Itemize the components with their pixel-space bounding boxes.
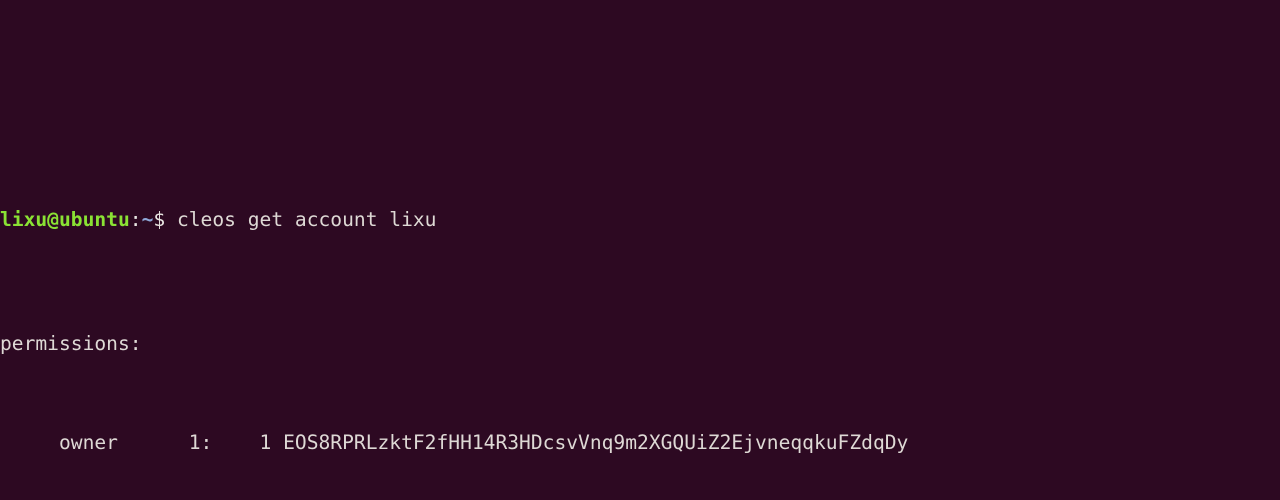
owner-pad1 (118, 431, 189, 454)
prompt-user-host: lixu@ubuntu (0, 208, 130, 232)
prompt-sigil: $ (153, 208, 166, 232)
output-line-permission-owner: owner 1: 1 EOS8RPRLzktF2fHH14R3HDcsvVnq9… (0, 431, 1280, 456)
owner-public-key: EOS8RPRLzktF2fHH14R3HDcsvVnq9m2XGQUiZ2Ej… (283, 430, 909, 454)
owner-weight: 1 (259, 430, 272, 454)
terminal-line-partial-top (0, 85, 1280, 110)
command-input[interactable]: cleos get account lixu (177, 208, 437, 231)
terminal-window[interactable]: lixu@ubuntu:~$ cleos get account lixu pe… (0, 0, 1280, 500)
terminal-prompt-line[interactable]: lixu@ubuntu:~$ cleos get account lixu (0, 208, 1280, 233)
owner-threshold: 1: (188, 430, 213, 454)
prompt-separator: : (129, 208, 142, 232)
permission-name-owner: owner (58, 430, 118, 454)
prompt-path: ~ (141, 208, 154, 232)
permissions-header-text: permissions: (0, 331, 142, 355)
owner-indent (0, 431, 59, 454)
terminal-screen[interactable]: lixu@ubuntu:~$ cleos get account lixu pe… (0, 0, 1280, 500)
owner-pad2 (212, 431, 259, 454)
output-line-permissions-header: permissions: (0, 332, 1280, 357)
owner-key-space (271, 431, 283, 454)
